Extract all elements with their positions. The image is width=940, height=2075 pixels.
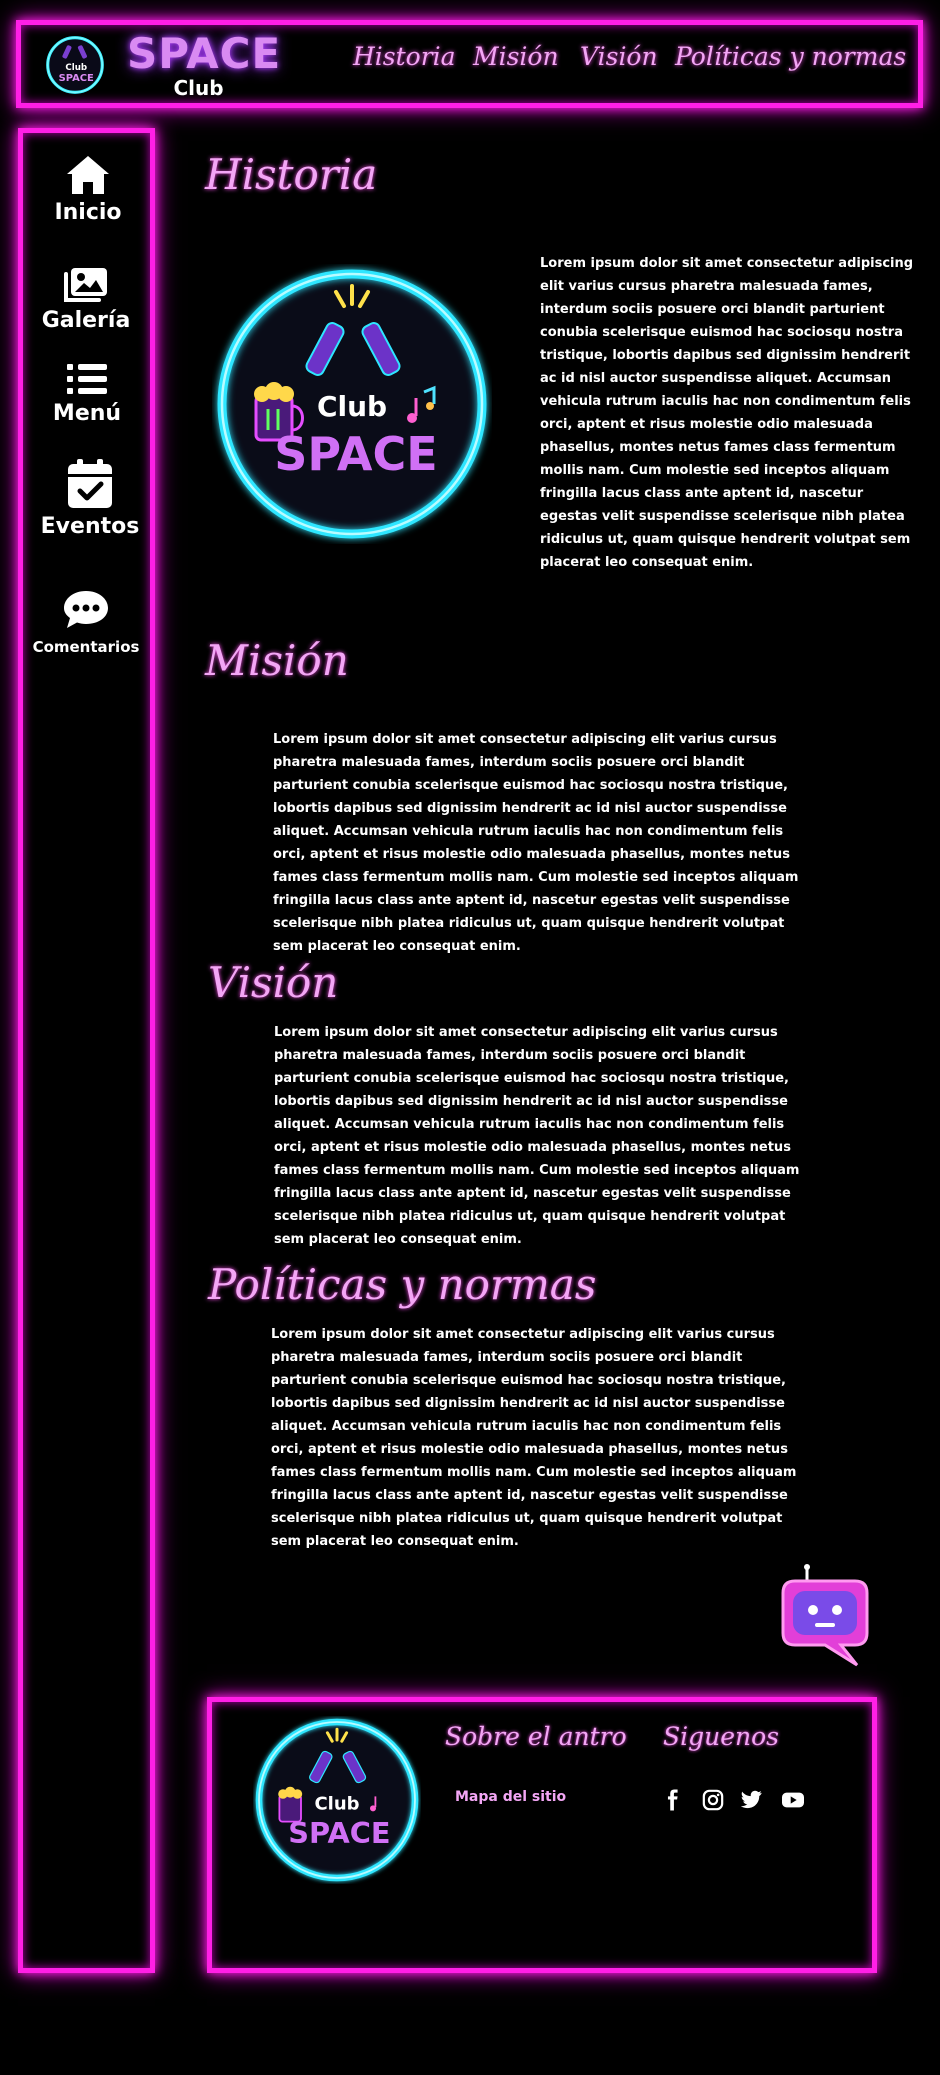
top-nav: Historia Misión Visión Políticas y norma… [0, 42, 940, 82]
logo-large-club-text: Club [317, 390, 387, 423]
chat-icon [64, 591, 108, 628]
footer-club-logo: Club SPACE [255, 1718, 419, 1882]
instagram-icon[interactable] [702, 1789, 724, 1811]
nav-vision[interactable]: Visión [580, 42, 658, 71]
historia-text: Lorem ipsum dolor sit amet consectetur a… [540, 256, 914, 570]
footer-follow-title: Siguenos [663, 1722, 780, 1751]
youtube-icon[interactable] [780, 1789, 806, 1811]
sidebar-label-eventos: Eventos [40, 514, 140, 539]
section-title-historia: Historia [205, 150, 378, 199]
section-title-politicas: Políticas y normas [208, 1260, 597, 1309]
home-icon [67, 156, 109, 194]
nav-politicas[interactable]: Políticas y normas [675, 42, 906, 71]
sidebar-item-comentarios[interactable]: Comentarios [16, 588, 156, 660]
sidebar-label-comentarios: Comentarios [32, 638, 140, 656]
sidebar-label-menu: Menú [52, 401, 122, 426]
images-icon [64, 268, 107, 302]
footer-logo-space-text: SPACE [288, 1816, 390, 1850]
vision-text: Lorem ipsum dolor sit amet consectetur a… [274, 1025, 800, 1247]
sidebar-item-galeria[interactable]: Galería [16, 266, 156, 334]
sidebar-item-menu[interactable]: Menú [17, 361, 157, 427]
logo-large-space-text: SPACE [274, 427, 437, 481]
sitemap-link[interactable]: Mapa del sitio [455, 1789, 566, 1805]
politicas-text: Lorem ipsum dolor sit amet consectetur a… [271, 1327, 797, 1549]
chatbot-icon[interactable] [781, 1563, 869, 1671]
calendar-check-icon [68, 459, 112, 508]
sidebar-label-inicio: Inicio [54, 200, 122, 225]
footer-about-title: Sobre el antro [445, 1722, 627, 1751]
sidebar-item-inicio[interactable]: Inicio [18, 154, 158, 226]
section-title-mision: Misión [205, 636, 349, 685]
nav-historia[interactable]: Historia [353, 42, 456, 71]
mision-text: Lorem ipsum dolor sit amet consectetur a… [273, 732, 799, 954]
section-title-vision: Visión [208, 958, 339, 1007]
nav-mision[interactable]: Misión [473, 42, 559, 71]
footer-logo-club-text: Club [314, 1794, 359, 1815]
twitter-icon[interactable] [741, 1789, 763, 1811]
list-icon [67, 364, 107, 394]
sidebar-label-galeria: Galería [41, 308, 131, 333]
sidebar-item-eventos[interactable]: Eventos [20, 458, 160, 540]
club-logo-large: Club SPACE [217, 269, 487, 539]
facebook-icon[interactable] [662, 1789, 684, 1811]
